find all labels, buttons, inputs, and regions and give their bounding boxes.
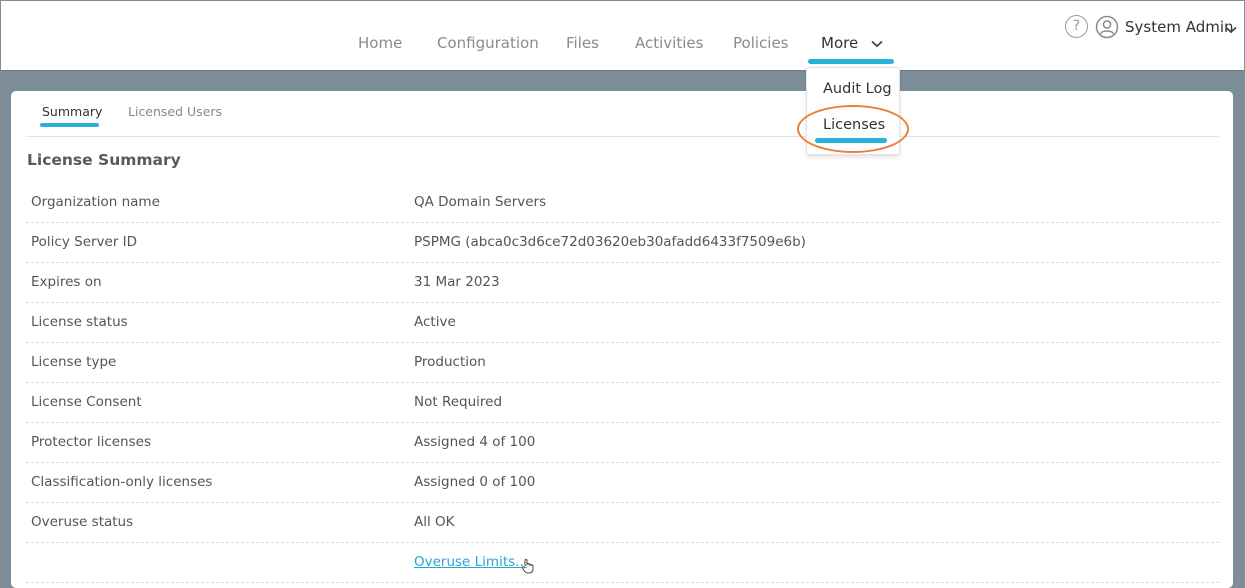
license-summary-table: Organization name QA Domain Servers Poli… [26, 183, 1219, 583]
tab-bar: Summary Licensed Users [11, 91, 1233, 137]
row-value: Not Required [414, 394, 503, 410]
row-label: Expires on [31, 274, 102, 290]
tab-licensed-users[interactable]: Licensed Users [128, 104, 222, 119]
app-window: Home Configuration Files Activities Poli… [0, 0, 1245, 588]
nav-activities[interactable]: Activities [635, 34, 703, 52]
table-row: Overuse Limits... [26, 543, 1219, 583]
row-value: PSPMG (abca0c3d6ce72d03620eb30afadd6433f… [414, 234, 806, 250]
user-avatar-icon[interactable] [1095, 15, 1119, 39]
table-row: License Consent Not Required [26, 383, 1219, 423]
nav-more[interactable]: More [821, 34, 883, 52]
license-panel: Summary Licensed Users License Summary O… [11, 91, 1233, 588]
row-value: QA Domain Servers [414, 194, 547, 210]
row-label: Organization name [31, 194, 160, 210]
help-icon[interactable]: ? [1065, 15, 1088, 38]
row-label: Classification-only licenses [31, 474, 213, 490]
row-label: License status [31, 314, 128, 330]
user-menu-button[interactable]: System Admin [1125, 18, 1234, 36]
table-row: License type Production [26, 343, 1219, 383]
row-label: Overuse status [31, 514, 134, 530]
section-title: License Summary [27, 151, 181, 169]
nav-active-indicator [808, 59, 894, 64]
row-value: All OK [414, 514, 455, 530]
chevron-down-icon [871, 34, 883, 52]
table-row: Protector licenses Assigned 4 of 100 [26, 423, 1219, 463]
chevron-down-icon[interactable] [1225, 19, 1237, 38]
table-row: Organization name QA Domain Servers [26, 183, 1219, 223]
menu-item-licenses[interactable]: Licenses [823, 117, 885, 133]
divider [26, 136, 1219, 137]
nav-home[interactable]: Home [358, 34, 402, 52]
tab-active-indicator [40, 123, 99, 127]
table-row: Policy Server ID PSPMG (abca0c3d6ce72d03… [26, 223, 1219, 263]
row-label: Policy Server ID [31, 234, 138, 250]
row-value: Assigned 4 of 100 [414, 434, 536, 450]
table-row: Expires on 31 Mar 2023 [26, 263, 1219, 303]
table-row: Classification-only licenses Assigned 0 … [26, 463, 1219, 503]
nav-policies[interactable]: Policies [733, 34, 788, 52]
more-dropdown-menu: Audit Log Licenses [806, 67, 900, 155]
row-label: License type [31, 354, 117, 370]
row-value: Assigned 0 of 100 [414, 474, 536, 490]
row-value: Production [414, 354, 486, 370]
menu-item-audit-log[interactable]: Audit Log [823, 81, 892, 97]
nav-configuration[interactable]: Configuration [437, 34, 539, 52]
table-row: Overuse status All OK [26, 503, 1219, 543]
top-navigation-bar: Home Configuration Files Activities Poli… [1, 1, 1244, 71]
menu-active-indicator [815, 138, 887, 143]
row-label: License Consent [31, 394, 142, 410]
tab-summary[interactable]: Summary [42, 104, 102, 119]
row-value: Active [414, 314, 456, 330]
row-label: Protector licenses [31, 434, 151, 450]
nav-more-label: More [821, 34, 859, 52]
hand-pointer-icon [521, 558, 535, 574]
nav-files[interactable]: Files [566, 34, 599, 52]
row-value: 31 Mar 2023 [414, 274, 500, 290]
table-row: License status Active [26, 303, 1219, 343]
overuse-limits-link[interactable]: Overuse Limits... [414, 554, 528, 570]
